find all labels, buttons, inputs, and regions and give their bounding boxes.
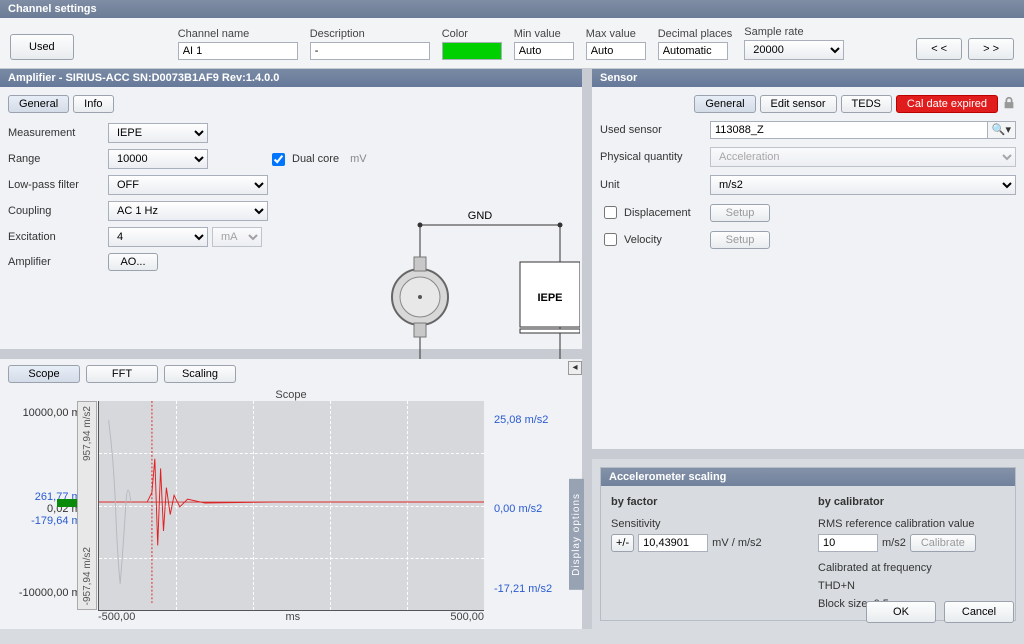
sensor-tab-teds[interactable]: TEDS <box>841 95 892 113</box>
thd-label: THD+N <box>818 580 1005 592</box>
display-options-tab[interactable]: Display options <box>569 479 584 590</box>
measurement-select[interactable]: IEPE <box>108 123 208 143</box>
dualcore-checkbox[interactable] <box>272 153 285 166</box>
lock-icon[interactable] <box>1002 96 1016 113</box>
velocity-setup-button: Setup <box>710 231 770 249</box>
color-label: Color <box>442 28 502 40</box>
used-button[interactable]: Used <box>10 34 74 60</box>
x-max: 500,00 <box>450 611 484 623</box>
y-top-left: 10000,00 mV <box>0 407 88 419</box>
window-titlebar: Channel settings <box>0 0 1024 18</box>
excitation-unit-select: mA <box>212 227 262 247</box>
decimal-places-label: Decimal places <box>658 28 733 40</box>
y-top-right: 25,08 m/s2 <box>494 414 582 426</box>
max-value-label: Max value <box>586 28 646 40</box>
scope-title: Scope <box>8 389 574 401</box>
sensitivity-unit: mV / m/s2 <box>712 537 762 549</box>
x-min: -500,00 <box>98 611 135 623</box>
lpf-label: Low-pass filter <box>8 179 108 191</box>
displacement-setup-button: Setup <box>710 204 770 222</box>
inner-scale-bot: -957,94 m/s2 <box>82 547 93 605</box>
sensor-tab-general[interactable]: General <box>694 95 755 113</box>
amplifier-label: Amplifier <box>8 256 108 268</box>
sample-rate-label: Sample rate <box>744 26 844 38</box>
svg-text:GND: GND <box>468 210 493 222</box>
channel-name-label: Channel name <box>178 28 298 40</box>
phys-quantity-select: Acceleration <box>710 147 1016 167</box>
trigger-marker[interactable] <box>57 499 77 507</box>
sensitivity-sign-button[interactable]: +/- <box>611 534 634 552</box>
by-calibrator-heading: by calibrator <box>818 496 1005 508</box>
min-value-label: Min value <box>514 28 574 40</box>
used-sensor-input[interactable] <box>710 121 988 139</box>
tab-fft[interactable]: FFT <box>86 365 158 383</box>
description-label: Description <box>310 28 430 40</box>
range-unit: mV <box>350 153 367 165</box>
by-factor-heading: by factor <box>611 496 798 508</box>
velocity-checkbox[interactable] <box>604 233 617 246</box>
coupling-label: Coupling <box>8 205 108 217</box>
excitation-select[interactable]: 4 <box>108 227 208 247</box>
min-value-input[interactable] <box>514 42 574 60</box>
channel-name-input[interactable] <box>178 42 298 60</box>
y-bot-right: -17,21 m/s2 <box>494 583 582 595</box>
rms-label: RMS reference calibration value <box>818 518 1005 530</box>
tab-scope[interactable]: Scope <box>8 365 80 383</box>
velocity-label: Velocity <box>624 234 662 246</box>
ao-button[interactable]: AO... <box>108 253 158 271</box>
tab-scaling[interactable]: Scaling <box>164 365 236 383</box>
coupling-select[interactable]: AC 1 Hz <box>108 201 268 221</box>
amp-tab-general[interactable]: General <box>8 95 69 113</box>
displacement-checkbox[interactable] <box>604 206 617 219</box>
phys-quantity-label: Physical quantity <box>600 151 710 163</box>
x-unit: ms <box>285 611 300 623</box>
displacement-label: Displacement <box>624 207 691 219</box>
amplifier-panel-title: Amplifier - SIRIUS-ACC SN:D0073B1AF9 Rev… <box>0 69 582 87</box>
sensor-panel-title: Sensor <box>592 69 1024 87</box>
cancel-button[interactable]: Cancel <box>944 601 1014 623</box>
sensitivity-input[interactable] <box>638 534 708 552</box>
sensitivity-label: Sensitivity <box>611 518 798 530</box>
prev-channel-button[interactable]: < < <box>916 38 962 60</box>
svg-text:IEPE: IEPE <box>537 292 562 304</box>
accel-scaling-title: Accelerometer scaling <box>601 468 1015 486</box>
top-config-row: Used Channel name Description Color Min … <box>0 18 1024 69</box>
y-mid-right: 0,00 m/s2 <box>494 503 582 515</box>
excitation-label: Excitation <box>8 231 108 243</box>
cal-freq-label: Calibrated at frequency <box>818 562 1005 574</box>
sensor-tab-edit[interactable]: Edit sensor <box>760 95 837 113</box>
ok-button[interactable]: OK <box>866 601 936 623</box>
y-bot-left: -10000,00 mV <box>0 587 88 599</box>
scope-plot: 957,94 m/s2 -957,94 m/s2 <box>98 401 484 611</box>
inner-scale-top: 957,94 m/s2 <box>82 406 93 461</box>
dualcore-label: Dual core <box>292 153 339 165</box>
color-swatch[interactable] <box>442 42 502 60</box>
sample-rate-select[interactable]: 20000 <box>744 40 844 60</box>
decimal-places-input[interactable] <box>658 42 728 60</box>
description-input[interactable] <box>310 42 430 60</box>
cal-expired-badge: Cal date expired <box>896 95 998 113</box>
range-select[interactable]: 10000 <box>108 149 208 169</box>
scope-collapse-handle[interactable]: ◂ <box>568 361 582 375</box>
lpf-select[interactable]: OFF <box>108 175 268 195</box>
cursor-blue-down: -179,64 mV <box>0 515 88 527</box>
rms-input[interactable] <box>818 534 878 552</box>
next-channel-button[interactable]: > > <box>968 38 1014 60</box>
measurement-label: Measurement <box>8 127 108 139</box>
unit-select[interactable]: m/s2 <box>710 175 1016 195</box>
accel-scaling-panel: Accelerometer scaling by factor Sensitiv… <box>600 467 1016 621</box>
rms-unit: m/s2 <box>882 537 906 549</box>
used-sensor-label: Used sensor <box>600 124 710 136</box>
max-value-input[interactable] <box>586 42 646 60</box>
unit-label: Unit <box>600 179 710 191</box>
range-label: Range <box>8 153 108 165</box>
calibrate-button: Calibrate <box>910 534 976 552</box>
amp-tab-info[interactable]: Info <box>73 95 113 113</box>
search-sensor-icon[interactable]: 🔍▾ <box>988 121 1016 139</box>
